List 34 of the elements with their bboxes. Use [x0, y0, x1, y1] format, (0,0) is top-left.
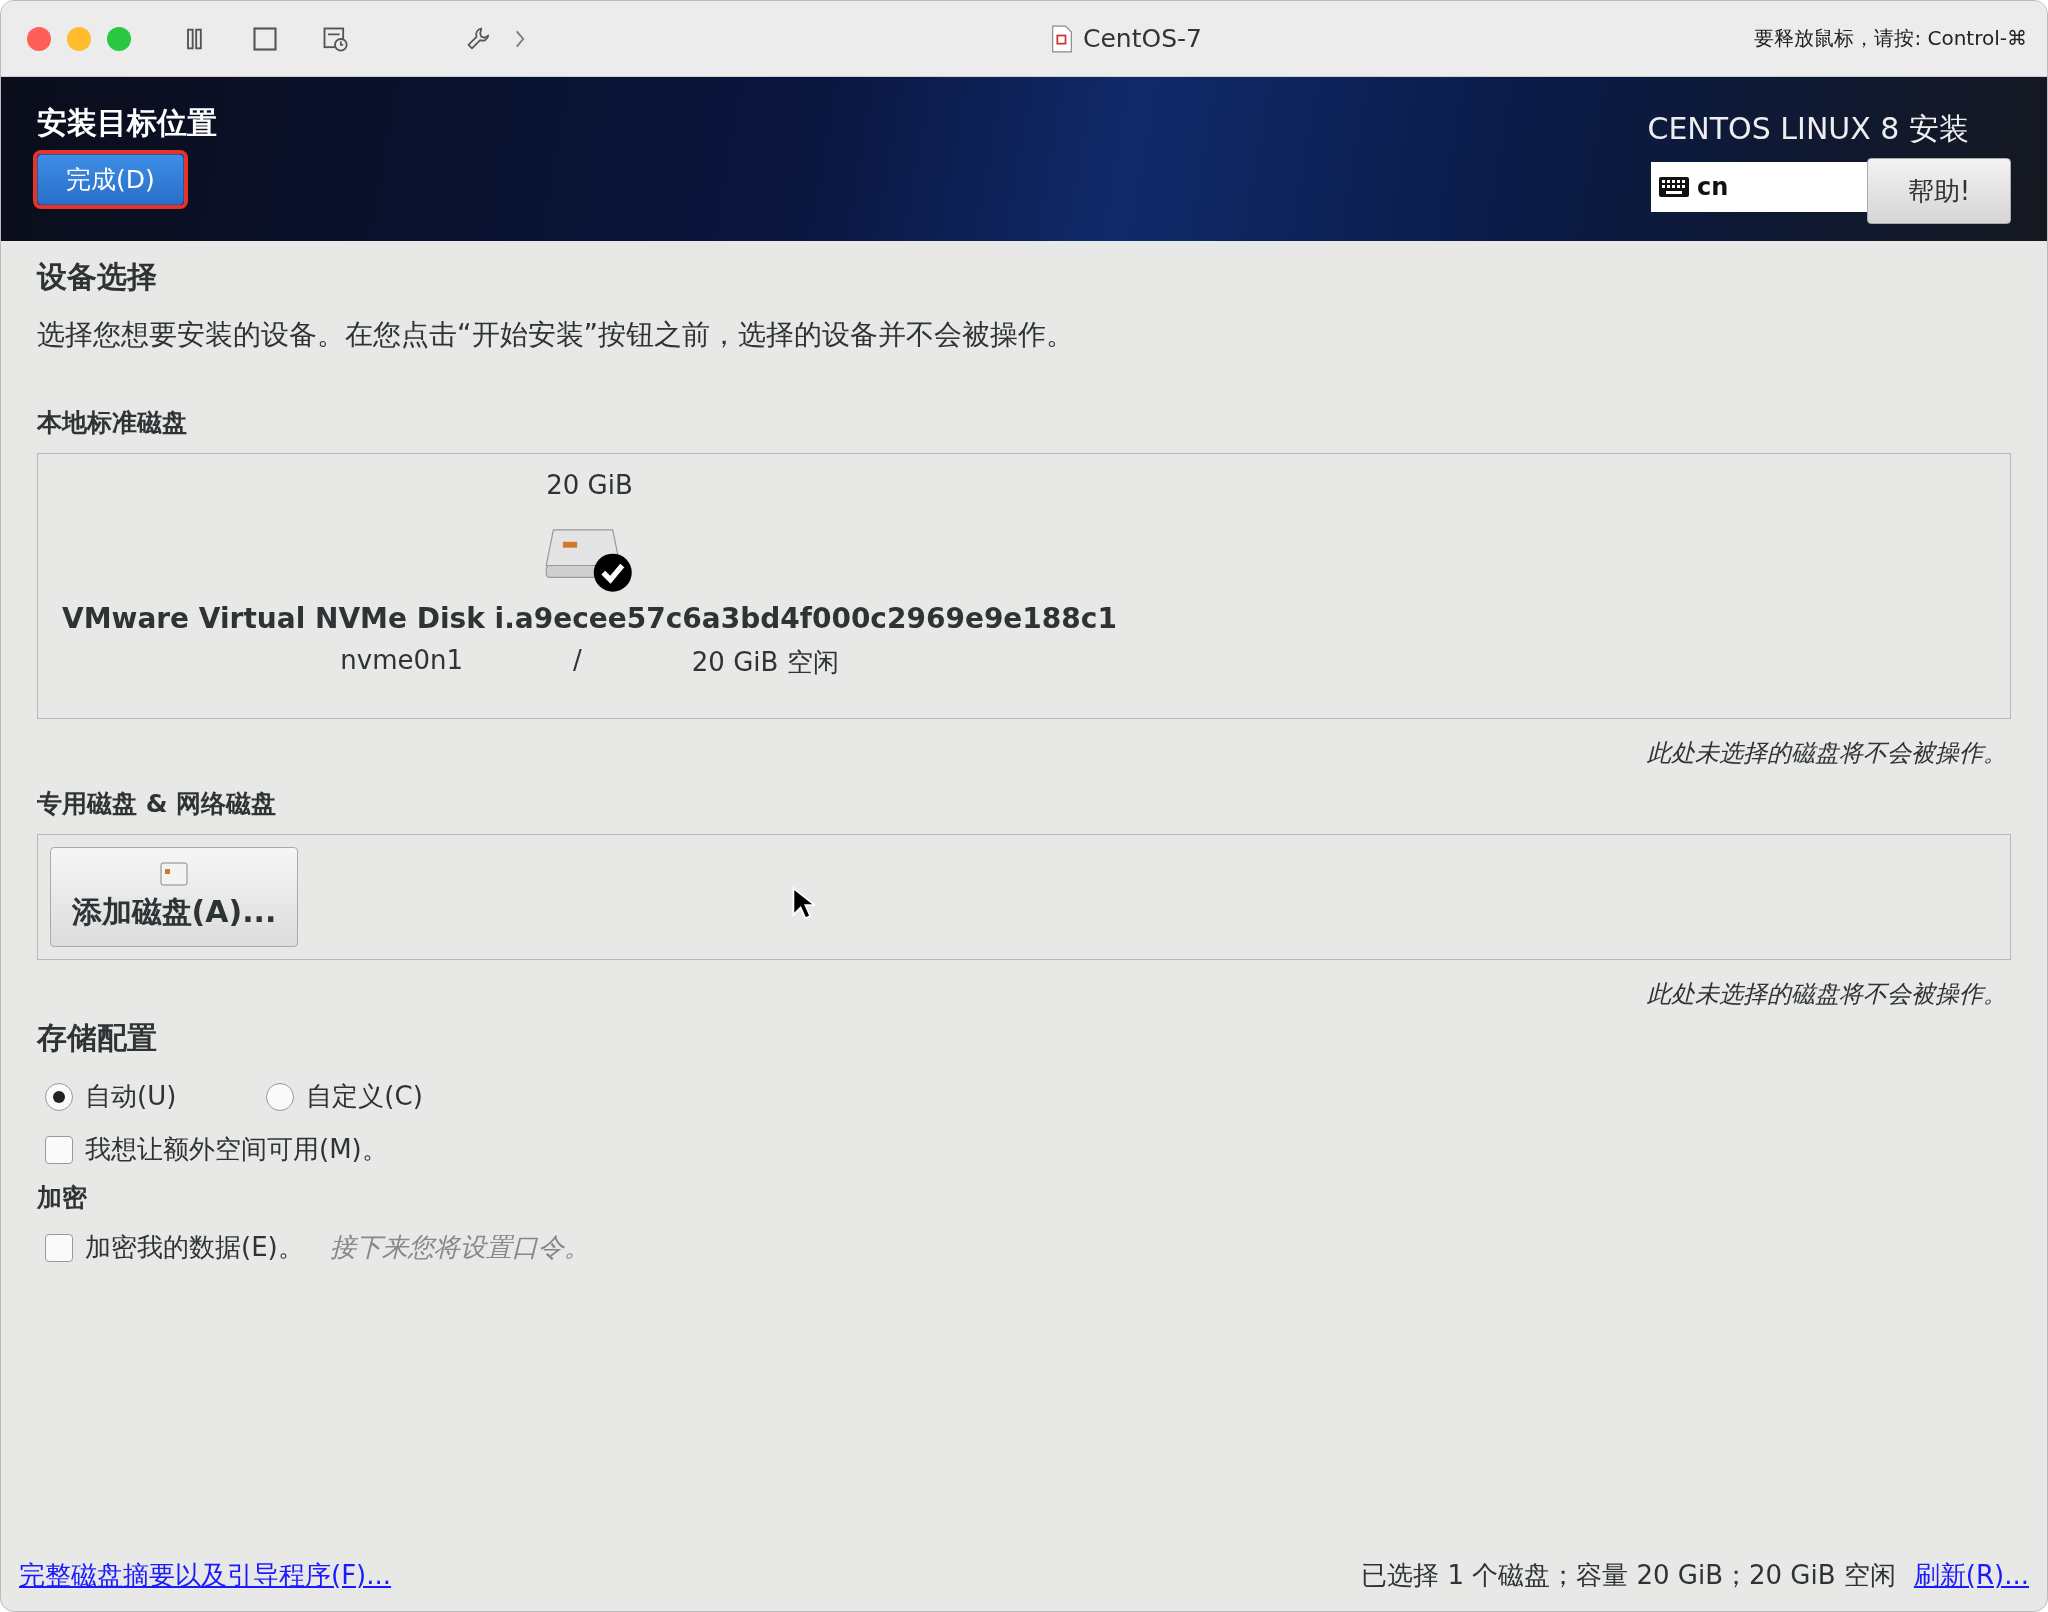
keyboard-icon [1659, 177, 1689, 197]
mouse-pointer-icon [791, 886, 815, 922]
disk-summary-link[interactable]: 完整磁盘摘要以及引导程序(F)... [19, 1558, 392, 1593]
section-heading: 设备选择 [37, 258, 158, 296]
disk-note: 此处未选择的磁盘将不会被操作。 [1647, 979, 2007, 1010]
separator-text: / [573, 645, 582, 677]
disk-name: VMware Virtual NVMe Disk i.a9ecee57c6a3bd4f000c2969e9e188c1 [62, 602, 1117, 635]
product-title: CENTOS LINUX 8 安装 [1647, 110, 1969, 148]
device-name: nvme0n1 [340, 645, 464, 677]
partitioning-radio[interactable]: 自动(U) [45, 1079, 177, 1114]
help-button[interactable]: 帮助! [1867, 158, 2011, 224]
free-space: 20 GiB 空闲 [691, 646, 839, 679]
add-disk-button[interactable]: 添加磁盘(A)... [50, 847, 298, 947]
page-title: 安装目标位置 [37, 104, 217, 142]
description-text: 选择您想要安装的设备。在您点击“开始安装”按钮之前，选择的设备并不会被操作。 [37, 317, 1075, 353]
section-heading: 本地标准磁盘 [37, 407, 188, 439]
window-icon[interactable] [251, 24, 279, 53]
selection-status: 已选择 1 个磁盘；容量 20 GiB；20 GiB 空闲 [1361, 1559, 1896, 1592]
extra-space-checkbox[interactable]: 我想让额外空间可用(M)。 [45, 1132, 388, 1167]
encrypt-checkbox[interactable]: 加密我的数据(E)。 [45, 1230, 304, 1265]
section-heading: 存储配置 [37, 1019, 158, 1057]
disk-size: 20 GiB [546, 470, 633, 500]
section-heading: 专用磁盘 & 网络磁盘 [37, 788, 278, 820]
document-icon [1051, 24, 1073, 53]
window-title: CentOS-7 [1083, 24, 1202, 53]
disk-tile[interactable]: 20 GiB VMware Virtual NVMe Disk i.a9ecee57c6a3bd4f000c2969e9e188c1 nvme0n1 / 20 GiB 空闲 [38, 454, 1141, 718]
partitioning-radio[interactable]: 自定义(C) [266, 1079, 423, 1114]
section-heading: 加密 [37, 1182, 88, 1214]
release-mouse-hint: 要释放鼠标，请按: Control-⌘ [1754, 25, 2027, 52]
keyboard-layout-field[interactable]: cn [1651, 162, 1867, 212]
disk-note: 此处未选择的磁盘将不会被操作。 [1647, 738, 2007, 769]
refresh-link[interactable]: 刷新(R)... [1913, 1558, 2029, 1593]
passphrase-hint: 接下来您将设置口令。 [329, 1231, 590, 1264]
close-button[interactable] [27, 26, 51, 51]
